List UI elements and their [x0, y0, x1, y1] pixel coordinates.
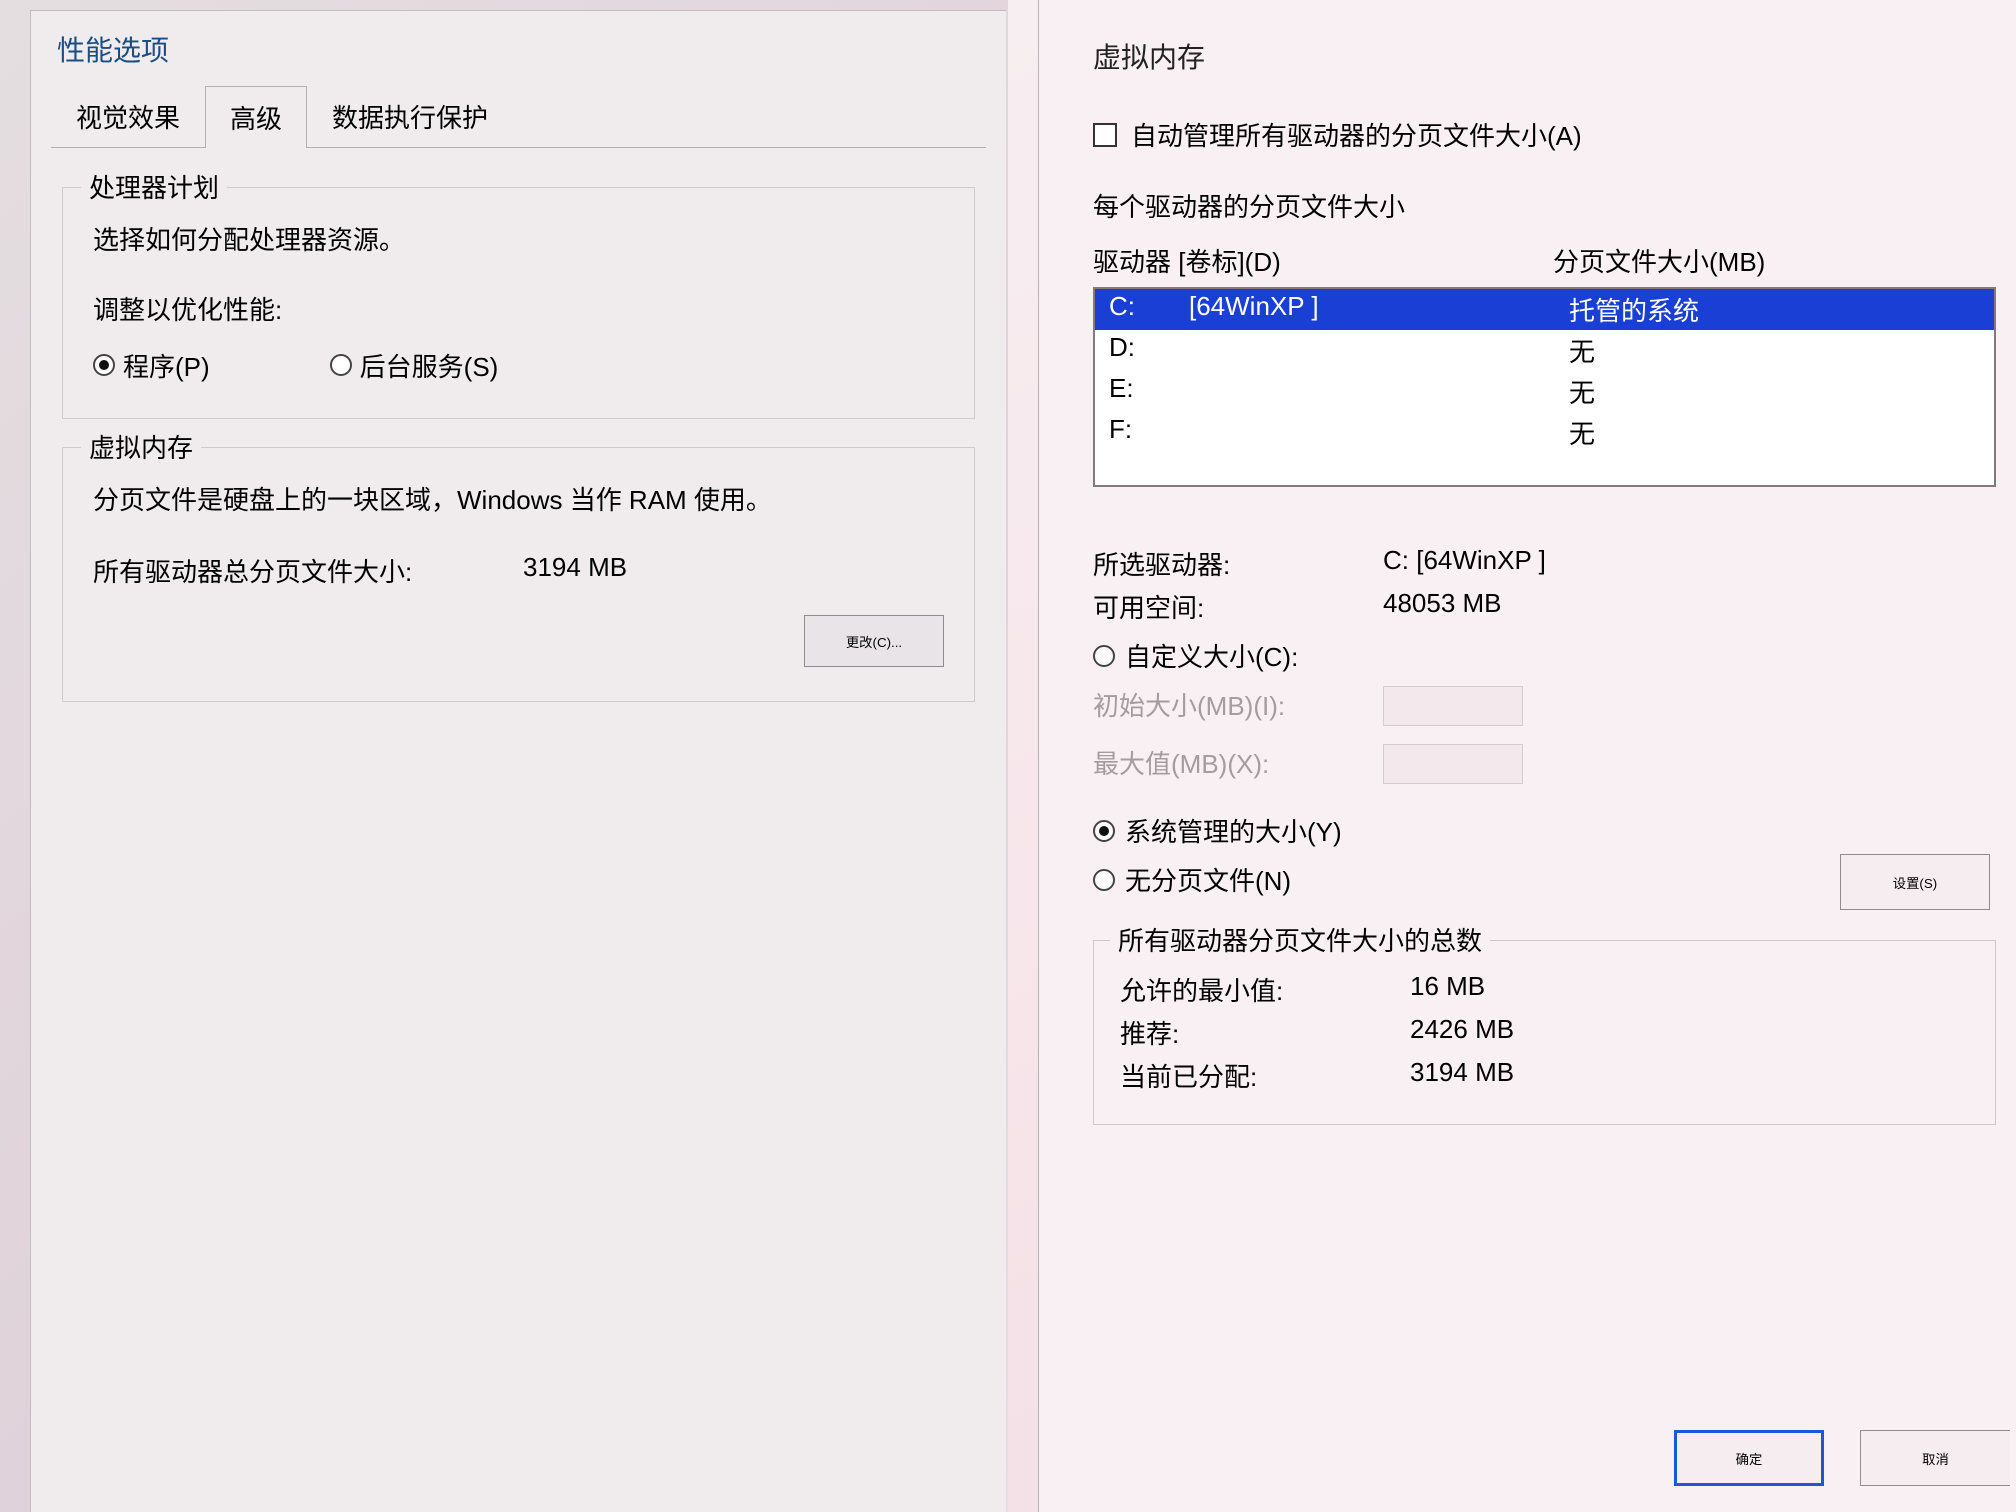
drive-volume	[1189, 414, 1569, 451]
max-size-row: 最大值(MB)(X):	[1093, 744, 1996, 784]
vm-desc: 分页文件是硬盘上的一块区域，Windows 当作 RAM 使用。	[93, 482, 944, 518]
drive-list[interactable]: C:[64WinXP ]托管的系统D:无E:无F:无	[1093, 287, 1996, 487]
initial-size-input	[1383, 686, 1523, 726]
radio-dot-icon	[93, 354, 115, 376]
drive-volume: [64WinXP ]	[1189, 291, 1569, 328]
group-virtual-memory: 虚拟内存 分页文件是硬盘上的一块区域，Windows 当作 RAM 使用。 所有…	[62, 447, 975, 702]
free-space-row: 可用空间: 48053 MB	[1093, 588, 1996, 625]
tab-advanced[interactable]: 高级	[205, 86, 307, 148]
processor-radio-group: 程序(P) 后台服务(S)	[93, 347, 944, 384]
vm-total-label: 所有驱动器总分页文件大小:	[93, 552, 523, 589]
dialog-title: 虚拟内存	[1093, 36, 1996, 76]
group-title: 处理器计划	[81, 168, 227, 205]
set-button[interactable]: 设置(S)	[1840, 854, 1990, 910]
radio-label: 程序(P)	[123, 347, 210, 384]
drive-pagesize: 无	[1569, 332, 1595, 369]
rec-row: 推荐: 2426 MB	[1120, 1014, 1969, 1051]
drive-letter: E:	[1109, 373, 1189, 410]
radio-programs[interactable]: 程序(P)	[93, 347, 210, 384]
radio-dot-icon	[330, 354, 352, 376]
group-title: 虚拟内存	[81, 428, 201, 465]
drive-row[interactable]: C:[64WinXP ]托管的系统	[1095, 289, 1994, 330]
drive-pagesize: 托管的系统	[1569, 291, 1699, 328]
tab-dep[interactable]: 数据执行保护	[307, 85, 513, 147]
col-drive: 驱动器 [卷标](D)	[1093, 242, 1553, 279]
col-size: 分页文件大小(MB)	[1553, 242, 1765, 279]
radio-background-services[interactable]: 后台服务(S)	[330, 347, 499, 384]
drive-row[interactable]: D: 无	[1095, 330, 1994, 371]
cur-value: 3194 MB	[1410, 1057, 1514, 1094]
change-button[interactable]: 更改(C)...	[804, 615, 944, 667]
cancel-button[interactable]: 取消	[1860, 1430, 2010, 1486]
processor-desc: 选择如何分配处理器资源。	[93, 222, 944, 258]
selected-drive-row: 所选驱动器: C: [64WinXP ]	[1093, 545, 1996, 582]
group-title: 所有驱动器分页文件大小的总数	[1110, 921, 1490, 958]
auto-manage-checkbox[interactable]: 自动管理所有驱动器的分页文件大小(A)	[1093, 116, 1996, 153]
group-processor-scheduling: 处理器计划 选择如何分配处理器资源。 调整以优化性能: 程序(P) 后台服务(S…	[62, 187, 975, 419]
drive-letter: F:	[1109, 414, 1189, 451]
radio-label: 无分页文件(N)	[1125, 861, 1291, 898]
checkbox-icon	[1093, 123, 1117, 147]
per-drive-label: 每个驱动器的分页文件大小	[1093, 187, 1996, 224]
selected-drive-value: C: [64WinXP ]	[1383, 545, 1546, 582]
drive-row[interactable]: F: 无	[1095, 412, 1994, 453]
performance-options-dialog: 性能选项 视觉效果 高级 数据执行保护 处理器计划 选择如何分配处理器资源。 调…	[30, 10, 1006, 1512]
drive-row[interactable]: E: 无	[1095, 371, 1994, 412]
virtual-memory-panel: 虚拟内存 自动管理所有驱动器的分页文件大小(A) 每个驱动器的分页文件大小 驱动…	[1008, 0, 2016, 1512]
radio-custom-size[interactable]: 自定义大小(C):	[1093, 637, 1996, 674]
ok-button[interactable]: 确定	[1674, 1430, 1824, 1486]
initial-size-label: 初始大小(MB)(I):	[1093, 686, 1383, 726]
tab-strip: 视觉效果 高级 数据执行保护	[51, 85, 986, 148]
tab-page-advanced: 处理器计划 选择如何分配处理器资源。 调整以优化性能: 程序(P) 后台服务(S…	[51, 148, 986, 707]
dialog-button-row: 确定 取消	[1674, 1430, 2016, 1486]
drive-list-header: 驱动器 [卷标](D) 分页文件大小(MB)	[1093, 242, 1996, 279]
min-label: 允许的最小值:	[1120, 971, 1410, 1008]
max-size-input	[1383, 744, 1523, 784]
tab-visual-effects[interactable]: 视觉效果	[51, 85, 205, 147]
drive-volume	[1189, 332, 1569, 369]
adjust-label: 调整以优化性能:	[93, 292, 944, 328]
initial-size-row: 初始大小(MB)(I):	[1093, 686, 1996, 726]
cur-label: 当前已分配:	[1120, 1057, 1410, 1094]
rec-value: 2426 MB	[1410, 1014, 1514, 1051]
free-space-label: 可用空间:	[1093, 588, 1383, 625]
radio-system-managed[interactable]: 系统管理的大小(Y)	[1093, 812, 1996, 849]
drive-volume	[1189, 373, 1569, 410]
rec-label: 推荐:	[1120, 1014, 1410, 1051]
per-drive-section: 每个驱动器的分页文件大小 驱动器 [卷标](D) 分页文件大小(MB) C:[6…	[1093, 187, 1996, 487]
radio-dot-icon	[1093, 869, 1115, 891]
drive-pagesize: 无	[1569, 414, 1595, 451]
vm-total-value: 3194 MB	[523, 552, 627, 589]
selected-drive-label: 所选驱动器:	[1093, 545, 1383, 582]
radio-label: 后台服务(S)	[360, 347, 499, 384]
drive-pagesize: 无	[1569, 373, 1595, 410]
max-size-label: 最大值(MB)(X):	[1093, 744, 1383, 784]
checkbox-label: 自动管理所有驱动器的分页文件大小(A)	[1131, 116, 1582, 153]
radio-label: 系统管理的大小(Y)	[1125, 812, 1342, 849]
min-row: 允许的最小值: 16 MB	[1120, 971, 1969, 1008]
dialog-title: 性能选项	[51, 25, 986, 85]
performance-options-panel: 性能选项 视觉效果 高级 数据执行保护 处理器计划 选择如何分配处理器资源。 调…	[0, 0, 1008, 1512]
group-totals: 所有驱动器分页文件大小的总数 允许的最小值: 16 MB 推荐: 2426 MB…	[1093, 940, 1996, 1125]
vm-total-row: 所有驱动器总分页文件大小: 3194 MB	[93, 552, 944, 589]
cur-row: 当前已分配: 3194 MB	[1120, 1057, 1969, 1094]
min-value: 16 MB	[1410, 971, 1485, 1008]
radio-label: 自定义大小(C):	[1125, 637, 1298, 674]
drive-letter: C:	[1109, 291, 1189, 328]
free-space-value: 48053 MB	[1383, 588, 1502, 625]
radio-dot-icon	[1093, 645, 1115, 667]
drive-letter: D:	[1109, 332, 1189, 369]
virtual-memory-dialog: 虚拟内存 自动管理所有驱动器的分页文件大小(A) 每个驱动器的分页文件大小 驱动…	[1038, 0, 2016, 1512]
radio-dot-icon	[1093, 820, 1115, 842]
